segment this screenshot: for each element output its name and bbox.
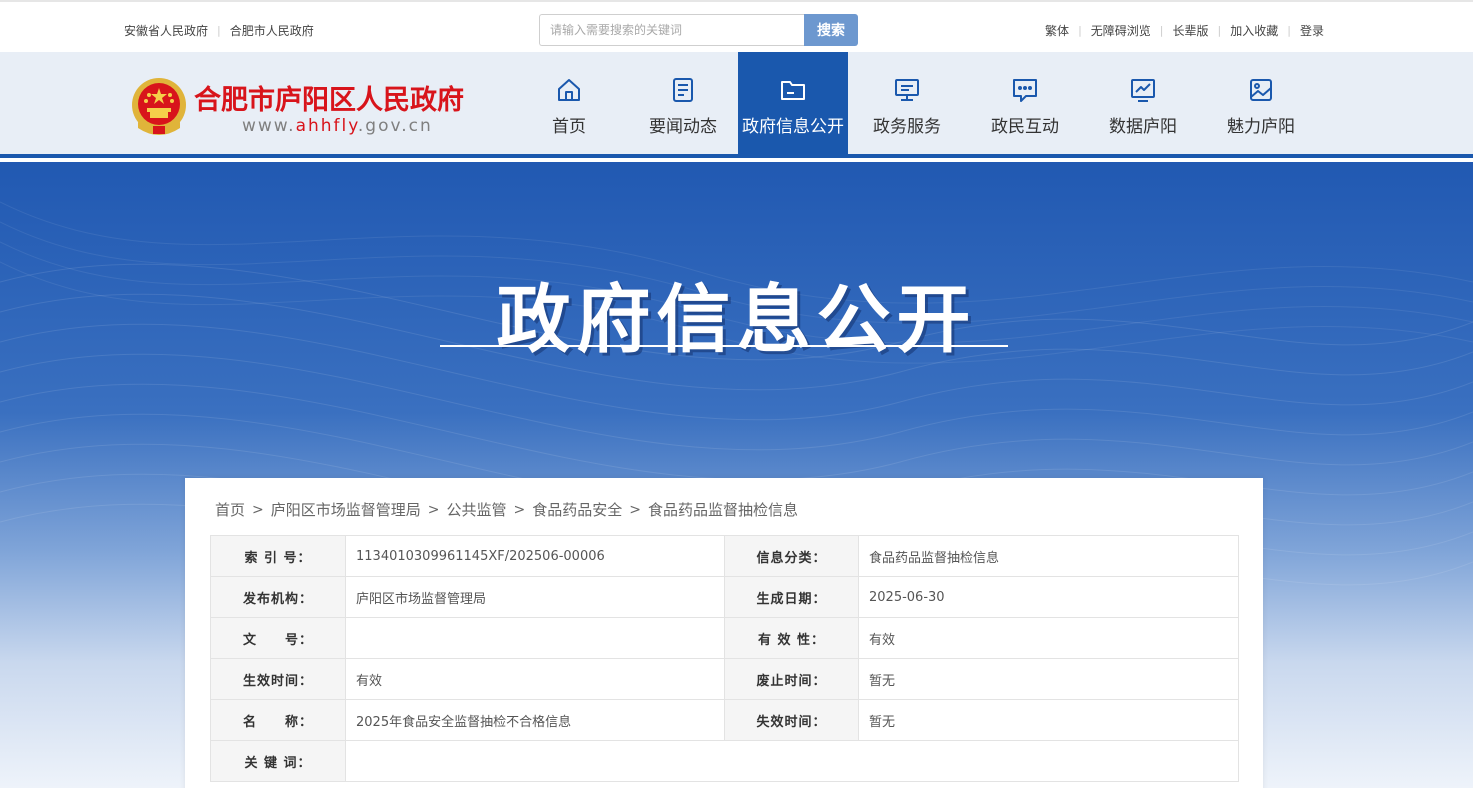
- value-created-date: 2025-06-30: [858, 576, 1239, 618]
- banner-title: 政府信息公开: [496, 277, 977, 363]
- value-publisher: 庐阳区市场监督管理局: [345, 576, 725, 618]
- url-highlight: ahhfly: [295, 116, 358, 136]
- table-row: 索 引 号： 1134010309961145XF/202506-00006 信…: [210, 535, 1239, 577]
- value-document-number: [345, 617, 725, 659]
- label-document-number: 文 号：: [210, 617, 346, 659]
- breadcrumb-inspection-info[interactable]: 食品药品监督抽检信息: [648, 499, 798, 520]
- site-name[interactable]: 合肥市庐阳区人民政府: [194, 78, 464, 117]
- label-category: 信息分类：: [724, 535, 859, 577]
- site-header: 合肥市庐阳区人民政府 www.ahhfly.gov.cn 首页 要闻动态 政府信…: [0, 52, 1473, 158]
- nav-label: 政民互动: [991, 117, 1059, 137]
- nav-item-data[interactable]: 数据庐阳: [1084, 52, 1202, 158]
- top-right-links: 繁体 | 无障碍浏览 | 长辈版 | 加入收藏 | 登录: [1045, 22, 1324, 39]
- value-repeal-time: 暂无: [858, 658, 1239, 700]
- link-accessibility[interactable]: 无障碍浏览: [1091, 22, 1151, 39]
- breadcrumb-separator: >: [513, 501, 526, 518]
- top-left-links: 安徽省人民政府 | 合肥市人民政府: [124, 22, 314, 39]
- nav-label: 首页: [552, 117, 586, 137]
- chat-icon: [1013, 79, 1037, 102]
- breadcrumb-home[interactable]: 首页: [215, 499, 245, 520]
- table-row: 生效时间： 有效 废止时间： 暂无: [210, 658, 1239, 700]
- table-row: 关 键 词：: [210, 740, 1239, 782]
- nav-item-news[interactable]: 要闻动态: [628, 52, 738, 158]
- main-nav: 首页 要闻动态 政府信息公开 政务服务 政民互动 数据庐阳 魅力庐阳: [510, 52, 1320, 158]
- link-anhui-gov[interactable]: 安徽省人民政府: [124, 22, 208, 39]
- link-login[interactable]: 登录: [1300, 22, 1324, 39]
- table-row: 发布机构： 庐阳区市场监督管理局 生成日期： 2025-06-30: [210, 576, 1239, 618]
- breadcrumb-separator: >: [252, 501, 264, 518]
- value-title: 2025年食品安全监督抽检不合格信息: [345, 699, 725, 741]
- label-keywords: 关 键 词：: [210, 740, 346, 782]
- link-elder-version[interactable]: 长辈版: [1173, 22, 1209, 39]
- banner-underline: [440, 345, 1008, 347]
- divider: |: [1217, 24, 1222, 37]
- nav-label: 政务服务: [873, 117, 941, 137]
- nav-item-gov-info[interactable]: 政府信息公开: [738, 52, 848, 158]
- link-hefei-gov[interactable]: 合肥市人民政府: [230, 22, 314, 39]
- nav-label: 数据庐阳: [1109, 117, 1177, 137]
- breadcrumb-public-supervision[interactable]: 公共监管: [447, 499, 507, 520]
- nav-label: 魅力庐阳: [1227, 117, 1295, 137]
- nav-item-charm[interactable]: 魅力庐阳: [1202, 52, 1320, 158]
- value-keywords: [345, 740, 1239, 782]
- breadcrumb-separator: >: [427, 501, 440, 518]
- divider: |: [1159, 24, 1164, 37]
- divider: |: [1078, 24, 1082, 37]
- label-validity: 有 效 性：: [724, 617, 859, 659]
- url-prefix: www.: [242, 116, 296, 136]
- content-card: 首页 > 庐阳区市场监督管理局 > 公共监管 > 食品药品安全 > 食品药品监督…: [185, 478, 1263, 788]
- table-row: 名 称： 2025年食品安全监督抽检不合格信息 失效时间： 暂无: [210, 699, 1239, 741]
- divider: |: [1287, 24, 1291, 37]
- label-expiry-time: 失效时间：: [724, 699, 859, 741]
- nav-item-interaction[interactable]: 政民互动: [966, 52, 1084, 158]
- link-add-favorite[interactable]: 加入收藏: [1230, 22, 1278, 39]
- national-emblem-icon: [132, 78, 186, 135]
- value-index-number: 1134010309961145XF/202506-00006: [345, 535, 725, 577]
- url-suffix: .gov.cn: [357, 116, 433, 136]
- site-url: www.ahhfly.gov.cn: [242, 116, 433, 136]
- nav-label: 政府信息公开: [742, 117, 844, 137]
- table-row: 文 号： 有 效 性： 有效: [210, 617, 1239, 659]
- nav-item-home[interactable]: 首页: [510, 52, 628, 158]
- home-icon: [558, 79, 580, 101]
- search-button[interactable]: 搜索: [804, 14, 858, 46]
- news-icon: [673, 78, 693, 102]
- top-bar: 安徽省人民政府 | 合肥市人民政府 搜索 繁体 | 无障碍浏览 | 长辈版 | …: [0, 0, 1473, 52]
- info-metadata-table: 索 引 号： 1134010309961145XF/202506-00006 信…: [210, 535, 1239, 782]
- divider: |: [217, 24, 221, 37]
- search-input[interactable]: [539, 14, 805, 46]
- label-effective-time: 生效时间：: [210, 658, 346, 700]
- value-validity: 有效: [858, 617, 1239, 659]
- nav-label: 要闻动态: [649, 117, 717, 137]
- nav-item-gov-service[interactable]: 政务服务: [848, 52, 966, 158]
- link-traditional-chinese[interactable]: 繁体: [1045, 22, 1069, 39]
- label-repeal-time: 废止时间：: [724, 658, 859, 700]
- label-title: 名 称：: [210, 699, 346, 741]
- breadcrumb: 首页 > 庐阳区市场监督管理局 > 公共监管 > 食品药品安全 > 食品药品监督…: [215, 499, 798, 520]
- breadcrumb-separator: >: [629, 501, 641, 518]
- image-icon: [1250, 79, 1272, 101]
- breadcrumb-food-drug-safety[interactable]: 食品药品安全: [532, 499, 622, 520]
- label-publisher: 发布机构：: [210, 576, 346, 618]
- value-category: 食品药品监督抽检信息: [858, 535, 1239, 577]
- value-effective-time: 有效: [345, 658, 725, 700]
- breadcrumb-bureau[interactable]: 庐阳区市场监督管理局: [271, 499, 421, 520]
- value-expiry-time: 暂无: [858, 699, 1239, 741]
- label-created-date: 生成日期：: [724, 576, 859, 618]
- folder-icon: [781, 81, 805, 100]
- chart-icon: [1131, 79, 1155, 102]
- label-index-number: 索 引 号：: [210, 535, 346, 577]
- monitor-icon: [895, 79, 919, 101]
